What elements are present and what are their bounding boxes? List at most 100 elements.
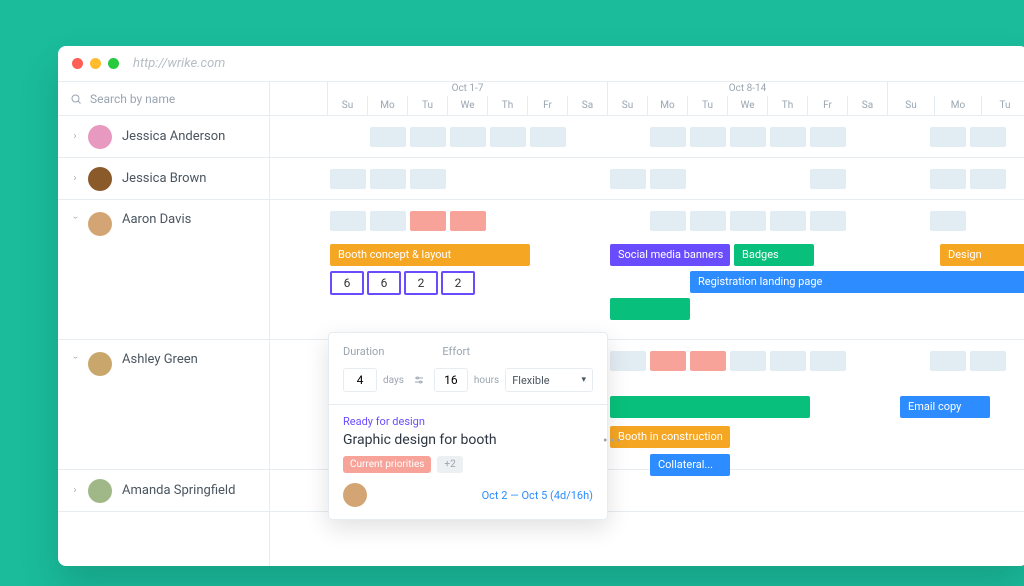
more-icon[interactable]: ••• [603,433,623,449]
day-label: Mo [934,96,981,116]
task-booth-construction[interactable]: Booth in construction [610,426,730,448]
task-design[interactable]: Design [940,244,1024,266]
effort-input[interactable] [434,368,468,392]
day-label: Th [487,96,527,116]
capacity-cell [690,211,726,231]
user-row-ashley-green[interactable]: › Ashley Green [58,340,269,470]
user-row-aaron-davis[interactable]: › Aaron Davis [58,200,269,340]
avatar [88,167,112,191]
day-label: Su [888,96,934,116]
capacity-cell [330,211,366,231]
week-label: Oct 1-7 [328,82,607,96]
address-bar[interactable]: http://wrike.com [133,56,225,71]
capacity-cell-over [650,351,686,371]
close-icon[interactable] [72,58,83,69]
capacity-cell [370,169,406,189]
hour-input[interactable]: 6 [367,271,401,295]
user-name: Amanda Springfield [122,483,235,498]
mode-value: Flexible [512,374,549,387]
capacity-cell [770,211,806,231]
app-window: http://wrike.com Search by name › Jessic… [58,46,1024,566]
user-row-jessica-anderson[interactable]: › Jessica Anderson [58,116,269,158]
capacity-cell [410,127,446,147]
task-booth-concept[interactable]: Booth concept & layout [330,244,530,266]
capacity-cell [730,211,766,231]
capacity-cell [450,127,486,147]
capacity-cell [810,127,846,147]
chevron-right-icon: › [68,131,82,142]
capacity-cell [810,351,846,371]
avatar [88,479,112,503]
hour-input[interactable]: 2 [404,271,438,295]
task-status[interactable]: Ready for design [343,415,593,428]
hour-input[interactable]: 2 [441,271,475,295]
capacity-cell [930,127,966,147]
capacity-cell [650,127,686,147]
user-row-amanda-springfield[interactable]: › Amanda Springfield [58,470,269,512]
capacity-cell [970,127,1006,147]
effort-unit: hours [474,375,499,386]
capacity-cell [530,127,566,147]
hour-allocation[interactable]: 6 6 2 2 [330,271,475,295]
tag-more[interactable]: +2 [437,456,462,473]
day-label: Tu [687,96,727,116]
avatar [88,352,112,376]
task-title: Graphic design for booth [343,432,593,448]
effort-label: Effort [442,345,470,358]
capacity-cell [370,127,406,147]
task-date-range: Oct 2 — Oct 5 (4d/16h) [482,489,593,502]
task-badges[interactable]: Badges [734,244,814,266]
search-input[interactable]: Search by name [58,82,269,116]
day-label: Su [328,96,367,116]
capacity-cell [650,211,686,231]
day-label: Tu [407,96,447,116]
chevron-down-icon: › [70,351,81,365]
day-label: We [447,96,487,116]
capacity-cell-over [410,211,446,231]
capacity-cell [810,169,846,189]
day-label: Sa [567,96,607,116]
day-label: Mo [647,96,687,116]
user-name: Jessica Brown [122,171,207,186]
minimize-icon[interactable] [90,58,101,69]
capacity-cell [410,169,446,189]
task-collateral[interactable]: Collateral... [650,454,730,476]
adjust-icon[interactable] [410,368,428,392]
divider [329,404,607,405]
chevron-down-icon: ▾ [581,375,586,385]
titlebar: http://wrike.com [58,46,1024,82]
tag-priority[interactable]: Current priorities [343,456,431,473]
task-registration[interactable]: Registration landing page [690,271,1024,293]
task-email-copy[interactable]: Email copy [900,396,990,418]
task-social-banners[interactable]: Social media banners [610,244,730,266]
mode-select[interactable]: Flexible ▾ [505,368,593,392]
duration-label: Duration [343,345,384,358]
day-label: Th [767,96,807,116]
capacity-cell [930,211,966,231]
maximize-icon[interactable] [108,58,119,69]
user-name: Ashley Green [122,352,198,367]
day-label: Sa [847,96,887,116]
capacity-cell-over [690,351,726,371]
capacity-cell [330,169,366,189]
chevron-down-icon: › [70,211,81,225]
assignee-avatar[interactable] [343,483,367,507]
capacity-cell [970,351,1006,371]
task-bar[interactable] [610,298,690,320]
week-label: Oct 8-14 [608,82,887,96]
hour-input[interactable]: 6 [330,271,364,295]
duration-input[interactable] [343,368,377,392]
capacity-cell [730,127,766,147]
day-label: Fr [527,96,567,116]
task-bar[interactable] [610,396,810,418]
traffic-lights[interactable] [72,58,119,69]
user-row-jessica-brown[interactable]: › Jessica Brown [58,158,269,200]
avatar [88,125,112,149]
day-label: We [727,96,767,116]
capacity-cell [770,127,806,147]
capacity-cell-over [450,211,486,231]
capacity-cell [930,169,966,189]
chevron-right-icon: › [68,173,82,184]
day-label: Su [608,96,647,116]
task-detail-popover: Duration Effort days hours Flexible ▾ Re… [328,332,608,520]
